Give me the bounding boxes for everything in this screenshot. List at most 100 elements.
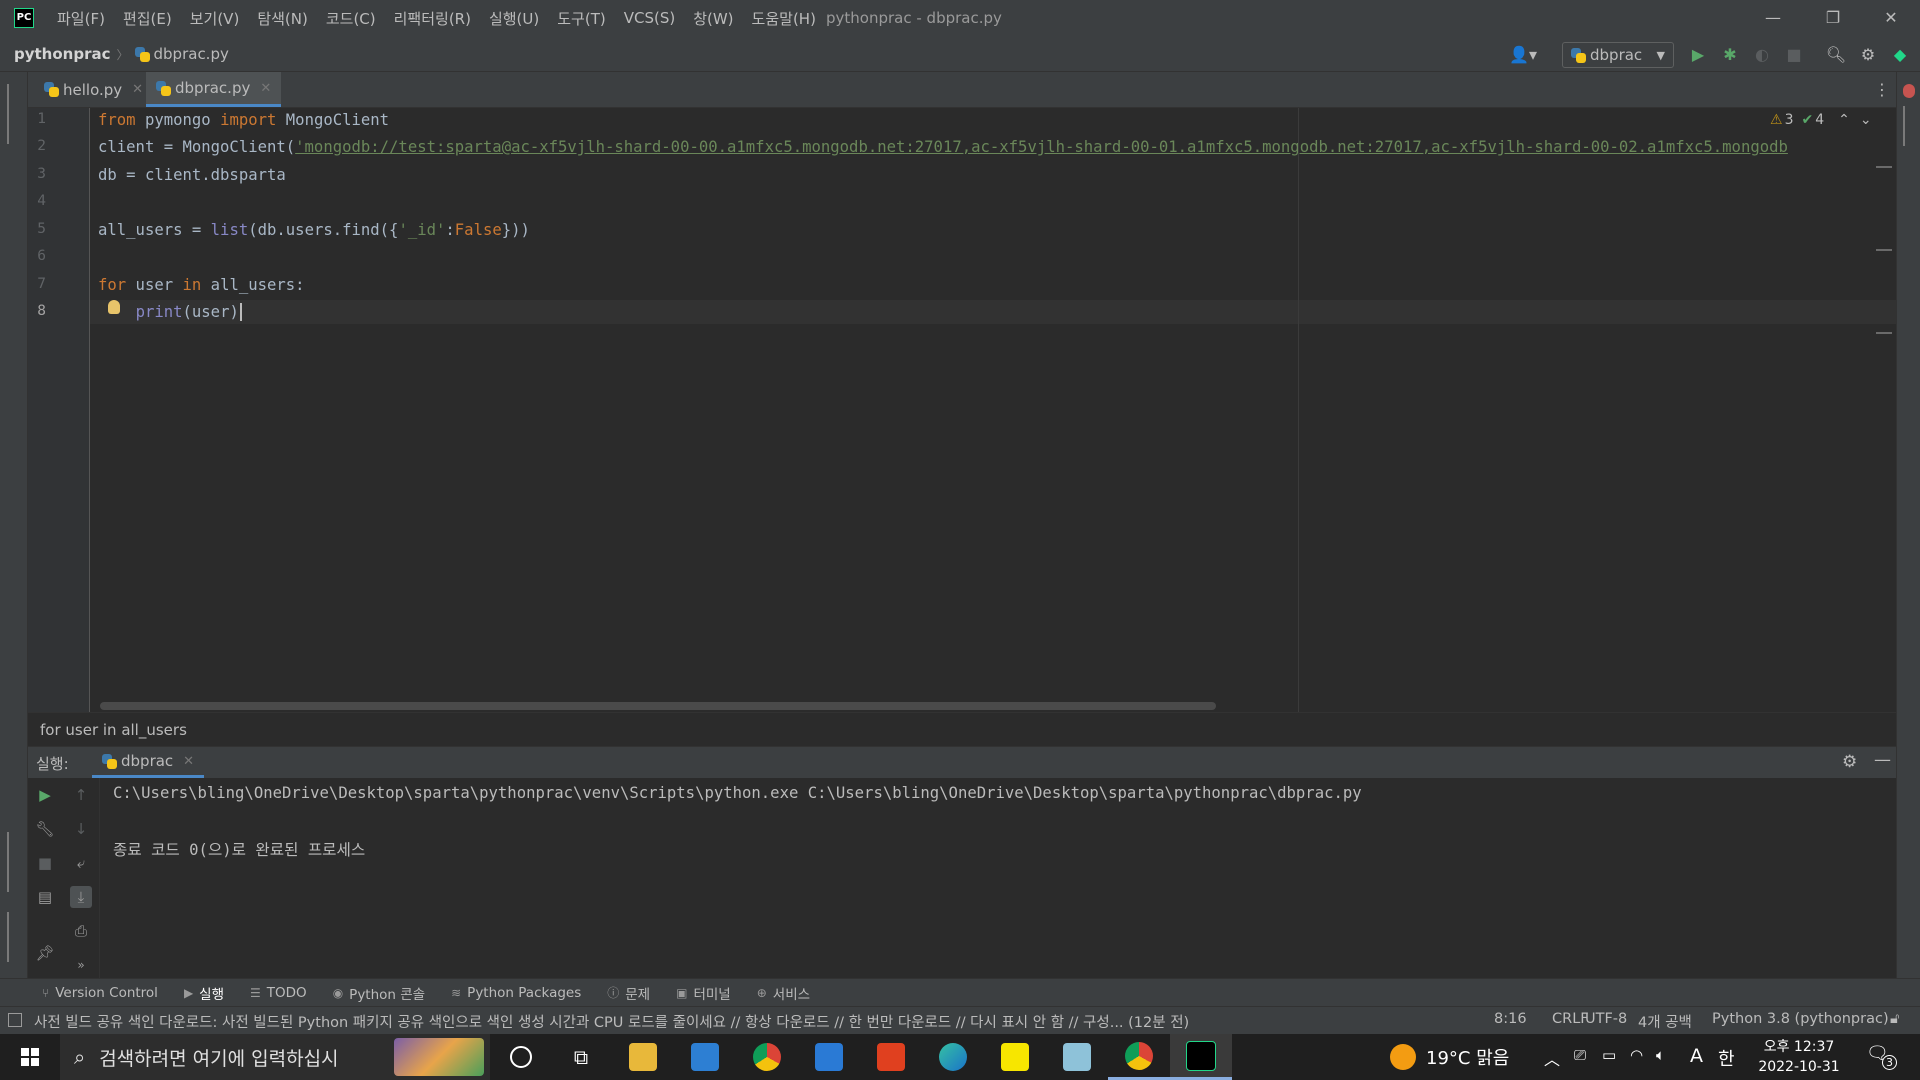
store-app[interactable] [674, 1034, 736, 1080]
code-line-1[interactable]: from pymongo import MongoClient [98, 111, 389, 129]
menu-tools[interactable]: 도구(T) [548, 8, 614, 29]
file-explorer-app[interactable] [612, 1034, 674, 1080]
more-icon[interactable]: » [70, 954, 92, 976]
project-tool-button[interactable] [7, 84, 21, 144]
tool-terminal[interactable]: ▣ 터미널 [676, 983, 731, 1003]
weather-widget[interactable]: 19°C 맑음 [1390, 1034, 1509, 1080]
file-encoding[interactable]: UTF-8 [1585, 1011, 1627, 1027]
structure-tool-button[interactable] [7, 912, 21, 962]
tab-dbprac-py[interactable]: dbprac.py ✕ [146, 72, 282, 107]
gear-icon[interactable]: ⚙ [1842, 752, 1857, 772]
mail-app[interactable] [798, 1034, 860, 1080]
taskbar-clock[interactable]: 오후 12:37 2022-10-31 [1744, 1034, 1854, 1080]
cortana-button[interactable] [490, 1034, 552, 1080]
stop-icon[interactable]: ■ [34, 852, 56, 874]
status-toggle-icon[interactable] [8, 1013, 22, 1027]
account-icon[interactable]: 👤▾ [1506, 43, 1540, 67]
breadcrumb-project[interactable]: pythonprac [14, 45, 111, 63]
python-interpreter[interactable]: Python 3.8 (pythonprac) [1712, 1011, 1889, 1027]
chevron-down-icon[interactable]: ⌄ [1860, 112, 1872, 128]
chevron-up-icon[interactable]: ⌃ [1838, 112, 1850, 128]
tab-hello-py[interactable]: hello.py ✕ [34, 72, 153, 107]
layout-icon[interactable]: ▤ [34, 886, 56, 908]
device-icon[interactable]: ⎚ [1574, 1046, 1586, 1064]
menu-refactor[interactable]: 리팩터링(R) [385, 8, 480, 29]
database-tool-button[interactable] [1903, 106, 1917, 146]
print-icon[interactable]: ⎙ [70, 920, 92, 942]
ime-language[interactable]: 한 [1718, 1045, 1735, 1071]
pycharm-app[interactable] [1170, 1034, 1232, 1080]
stop-icon[interactable]: ■ [1782, 43, 1806, 67]
debug-icon[interactable]: ✱ [1718, 43, 1742, 67]
restore-button[interactable]: ❐ [1804, 0, 1862, 36]
run-configuration-select[interactable]: dbprac ▼ [1562, 42, 1674, 68]
tool-services[interactable]: ⊕ 서비스 [757, 983, 810, 1003]
tool-version-control[interactable]: ⑂ Version Control [42, 985, 158, 1001]
arrow-up-icon[interactable]: ↑ [70, 784, 92, 806]
indent-setting[interactable]: 4개 공백 [1638, 1011, 1692, 1032]
gear-icon[interactable]: ⚙ [1856, 43, 1880, 67]
run-icon[interactable]: ▶ [1686, 43, 1710, 67]
edge-app[interactable] [922, 1034, 984, 1080]
lock-icon[interactable]: 🔓︎ [1890, 1011, 1899, 1027]
hide-panel-icon[interactable]: — [1874, 750, 1891, 770]
volume-icon[interactable]: 🔈︎ [1656, 1046, 1665, 1064]
bookmarks-tool-button[interactable] [7, 832, 21, 892]
wrench-icon[interactable]: 🔧︎ [34, 818, 56, 840]
chrome-profile-app[interactable] [1108, 1034, 1170, 1080]
menu-code[interactable]: 코드(C) [317, 8, 385, 29]
close-tab-icon[interactable]: ✕ [260, 81, 271, 96]
notes-app[interactable] [1046, 1034, 1108, 1080]
start-button[interactable] [0, 1034, 60, 1080]
ime-mode[interactable]: A [1690, 1045, 1703, 1067]
breadcrumb-file[interactable]: dbprac.py [154, 45, 229, 63]
inspection-widget[interactable]: ⚠ 3 ✔ 4 ⌃ ⌄ [1770, 112, 1872, 128]
close-window-button[interactable]: ✕ [1862, 0, 1920, 36]
pin-icon[interactable]: 📌︎ [34, 942, 56, 964]
more-tabs-icon[interactable]: ⋮ [1874, 80, 1890, 99]
taskbar-search-box[interactable]: ⌕ 검색하려면 여기에 입력하십시 [60, 1034, 490, 1080]
chevron-up-icon[interactable]: ︿ [1544, 1046, 1560, 1070]
close-tab-icon[interactable]: ✕ [132, 82, 143, 97]
run-console-output[interactable]: C:\Users\bling\OneDrive\Desktop\sparta\p… [100, 778, 1896, 978]
menu-run[interactable]: 실행(U) [480, 8, 548, 29]
tool-problems[interactable]: ⓘ 문제 [607, 983, 650, 1003]
menu-edit[interactable]: 편집(E) [114, 8, 181, 29]
menu-navigate[interactable]: 탐색(N) [248, 8, 317, 29]
arrow-down-icon[interactable]: ↓ [70, 818, 92, 840]
office-app[interactable] [860, 1034, 922, 1080]
run-tab-dbprac[interactable]: dbprac ✕ [92, 747, 205, 778]
menu-file[interactable]: 파일(F) [48, 8, 114, 29]
menu-vcs[interactable]: VCS(S) [615, 9, 684, 27]
rerun-icon[interactable]: ▶ [34, 784, 56, 806]
lightbulb-icon[interactable] [108, 300, 120, 314]
code-line-5[interactable]: all_users = list(db.users.find({'_id':Fa… [98, 221, 530, 239]
line-separator[interactable]: CRLF [1552, 1011, 1589, 1027]
close-tab-icon[interactable]: ✕ [183, 754, 194, 769]
code-line-3[interactable]: db = client.dbsparta [98, 166, 286, 184]
task-view-button[interactable]: ⧉ [550, 1034, 612, 1080]
horizontal-scrollbar[interactable] [100, 702, 1216, 710]
tool-python-console[interactable]: ◉ Python 콘솔 [333, 983, 425, 1003]
battery-icon[interactable]: ▭ [1602, 1046, 1616, 1064]
code-line-7[interactable]: for user in all_users: [98, 276, 305, 294]
caret-position[interactable]: 8:16 [1494, 1011, 1527, 1027]
menu-window[interactable]: 창(W) [684, 8, 742, 29]
coverage-icon[interactable]: ◐ [1750, 43, 1774, 67]
code-line-2[interactable]: client = MongoClient('mongodb://test:spa… [98, 138, 1788, 156]
kakaotalk-app[interactable] [984, 1034, 1046, 1080]
status-message[interactable]: 사전 빌드 공유 색인 다운로드: 사전 빌드된 Python 패키지 공유 색… [34, 1011, 1474, 1032]
tool-todo[interactable]: ☰ TODO [250, 985, 307, 1001]
soft-wrap-icon[interactable]: ⤶ [70, 852, 92, 874]
tool-run[interactable]: ▶ 실행 [184, 983, 224, 1003]
minimize-button[interactable]: — [1744, 0, 1802, 36]
notification-center-button[interactable]: 🗨︎ 3 [1866, 1043, 1897, 1070]
scroll-to-end-icon[interactable]: ⤓ [70, 886, 92, 908]
search-icon[interactable]: 🔍︎ [1824, 43, 1848, 67]
wifi-icon[interactable]: ◠ [1630, 1046, 1643, 1064]
jetbrains-icon[interactable]: ◆ [1888, 43, 1912, 67]
tool-python-packages[interactable]: ≋ Python Packages [451, 985, 581, 1001]
notifications-icon[interactable] [1903, 84, 1915, 98]
code-editor[interactable]: from pymongo import MongoClient client =… [90, 108, 1896, 712]
chrome-app[interactable] [736, 1034, 798, 1080]
